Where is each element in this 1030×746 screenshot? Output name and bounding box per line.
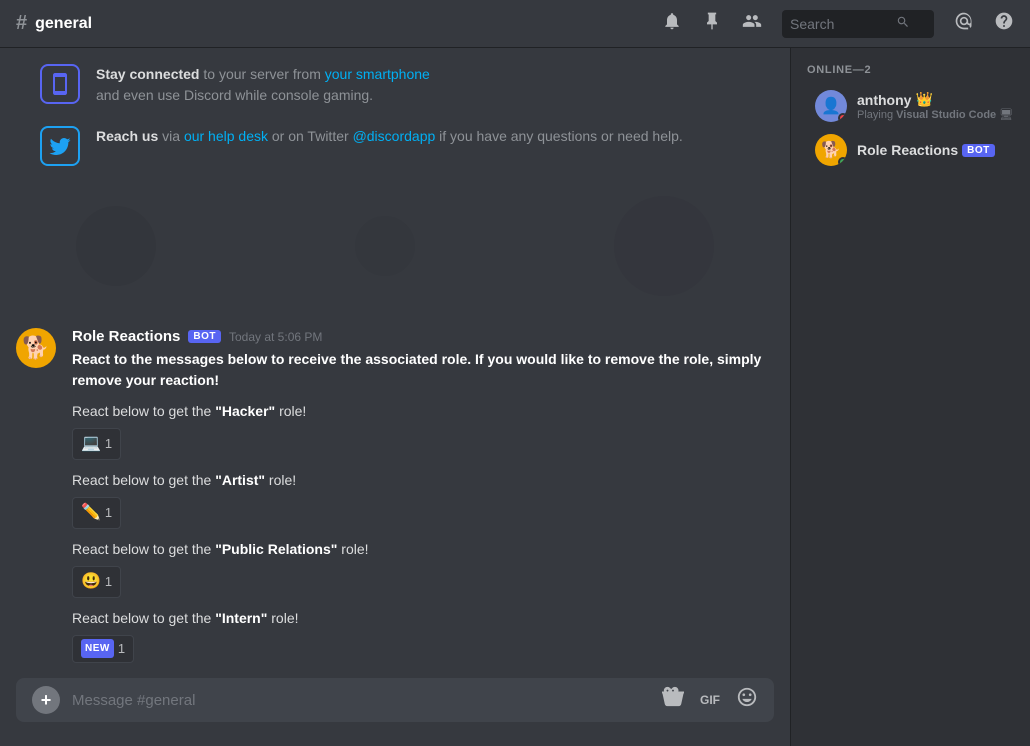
intern-count: 1 (118, 639, 125, 659)
gift-icon[interactable] (662, 686, 684, 714)
bot-badge-sidebar: BOT (962, 144, 995, 157)
topbar-icons (662, 10, 1014, 38)
topbar: # general (0, 0, 1030, 48)
hacker-count: 1 (105, 434, 112, 454)
pr-emoji: 😃 (81, 570, 101, 594)
member-info-anthony: anthony 👑 Playing Visual Studio Code 🖥 (857, 91, 1014, 121)
online-section-title: ONLINE—2 (791, 64, 1030, 84)
ghost-avatar-right (614, 196, 714, 296)
member-avatar-role-reactions: 🐕 (815, 134, 847, 166)
at-icon[interactable] (954, 11, 974, 36)
status-dot-anthony (838, 113, 847, 122)
ghost-avatar-left (76, 206, 156, 286)
system-message-twitter: Reach us via our help desk or on Twitter… (16, 126, 774, 166)
message-header: Role Reactions BOT Today at 5:06 PM (72, 328, 774, 345)
pin-icon[interactable] (702, 11, 722, 36)
message-input-area: + GIF (0, 678, 790, 746)
phone-icon (40, 64, 80, 104)
help-desk-link[interactable]: our help desk (184, 128, 268, 144)
system-text-phone: Stay connected to your server from your … (96, 64, 430, 106)
intern-role-text: React below to get the "Intern" role! (72, 608, 774, 629)
message-input[interactable] (72, 692, 650, 709)
hacker-emoji: 💻 (81, 432, 101, 456)
search-icon (896, 15, 910, 32)
bell-icon[interactable] (662, 11, 682, 36)
pr-reaction-btn[interactable]: 😃 1 (72, 566, 121, 598)
artist-reaction-btn[interactable]: ✏️ 1 (72, 497, 121, 529)
bot-intro-text: React to the messages below to receive t… (72, 349, 774, 391)
discord-twitter-link[interactable]: @discordapp (353, 128, 436, 144)
emoji-icon[interactable] (736, 686, 758, 714)
search-bar[interactable] (782, 10, 934, 38)
system-message-phone: Stay connected to your server from your … (16, 64, 774, 106)
hacker-reaction-btn[interactable]: 💻 1 (72, 428, 121, 460)
twitter-icon (40, 126, 80, 166)
channel-hash: # (16, 12, 27, 35)
members-icon[interactable] (742, 11, 762, 36)
bot-avatar: 🐕 (16, 328, 56, 368)
main-layout: Stay connected to your server from your … (0, 48, 1030, 746)
messages-container[interactable]: Stay connected to your server from your … (0, 48, 790, 678)
ghost-avatar-mid-left (355, 216, 415, 276)
channel-name: general (35, 15, 92, 33)
pr-count: 1 (105, 572, 112, 592)
message-content: React to the messages below to receive t… (72, 349, 774, 663)
artist-role-text: React below to get the "Artist" role! (72, 470, 774, 491)
chat-area: Stay connected to your server from your … (0, 48, 790, 746)
hacker-role-text: React below to get the "Hacker" role! (72, 401, 774, 422)
member-info-role-reactions: Role Reactions BOT (857, 142, 1014, 158)
intern-reaction-btn[interactable]: NEW 1 (72, 635, 134, 663)
member-item-anthony[interactable]: 👤 anthony 👑 Playing Visual Studio Code 🖥 (799, 84, 1022, 128)
bot-chat-message: 🐕 Role Reactions BOT Today at 5:06 PM Re… (16, 326, 774, 665)
crown-icon-anthony: 👑 (915, 91, 932, 108)
status-dot-role-reactions (838, 157, 847, 166)
member-avatar-anthony: 👤 (815, 90, 847, 122)
artist-emoji: ✏️ (81, 501, 101, 525)
input-icons: GIF (662, 686, 758, 714)
pr-role-text: React below to get the "Public Relations… (72, 539, 774, 560)
member-item-role-reactions[interactable]: 🐕 Role Reactions BOT (799, 128, 1022, 172)
gif-icon[interactable]: GIF (700, 693, 720, 707)
message-body: Role Reactions BOT Today at 5:06 PM Reac… (72, 328, 774, 663)
message-timestamp: Today at 5:06 PM (229, 330, 322, 344)
add-attachment-button[interactable]: + (32, 686, 60, 714)
message-input-box: + GIF (16, 678, 774, 722)
member-status-anthony: Playing Visual Studio Code 🖥 (857, 108, 1014, 121)
member-name-anthony: anthony 👑 (857, 91, 1014, 108)
bot-badge: BOT (188, 330, 221, 343)
message-author: Role Reactions (72, 328, 180, 345)
help-icon[interactable] (994, 11, 1014, 36)
smartphone-link[interactable]: your smartphone (325, 66, 430, 82)
intern-new-badge: NEW (81, 639, 114, 658)
right-sidebar: ONLINE—2 👤 anthony 👑 Playing Visual Stud… (790, 48, 1030, 746)
ghost-background (16, 186, 774, 306)
member-name-role-reactions: Role Reactions BOT (857, 142, 1014, 158)
artist-count: 1 (105, 503, 112, 523)
search-input[interactable] (790, 16, 890, 32)
system-text-twitter: Reach us via our help desk or on Twitter… (96, 126, 683, 147)
